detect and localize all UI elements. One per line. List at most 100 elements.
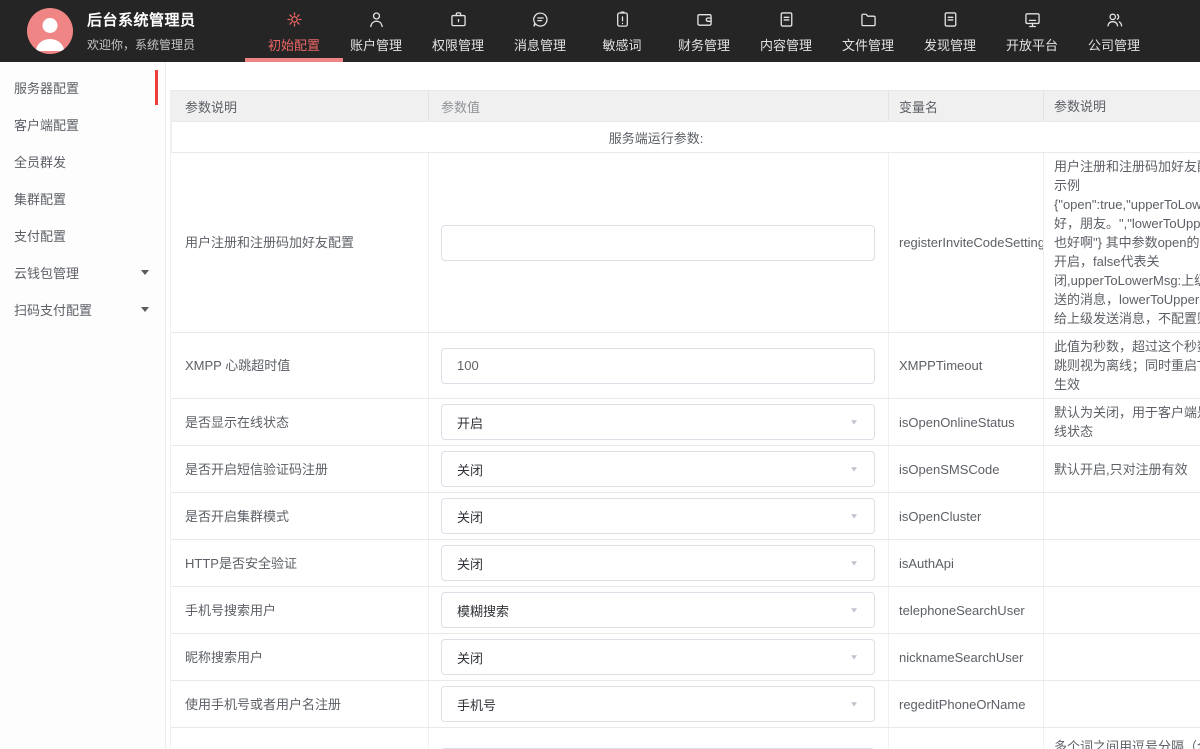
param-description — [1044, 540, 1200, 586]
config-row-XMPPTimeout: XMPP 心跳超时值XMPPTimeout此值为秒数，超过这个秒数未收到心跳则视… — [171, 333, 1200, 399]
nav-item-discover-mgmt[interactable]: 发现管理 — [909, 0, 991, 62]
chevron-down-icon — [141, 270, 149, 275]
select-value: 关闭 — [457, 554, 483, 573]
param-input-registerInviteCodeSetting[interactable] — [441, 225, 875, 261]
param-value-cell: 关闭▼ — [429, 446, 889, 492]
nav-item-initial-config[interactable]: 初始配置 — [253, 0, 335, 62]
desc-line: 多个词之间用逗号分隔（全半角均 — [1054, 737, 1200, 749]
param-description: 此值为秒数，超过这个秒数未收到心跳则视为离线；同时重启Tigase后才生效 — [1044, 333, 1200, 398]
top-nav: 初始配置账户管理权限管理 消息管理敏感词财务管理内容管理文件管理发现管理 开放平台公… — [253, 0, 1155, 62]
param-select-telephoneSearchUser[interactable]: 模糊搜索 ▼ — [441, 592, 875, 628]
nav-item-sensitive-words[interactable]: 敏感词 — [581, 0, 663, 62]
nav-item-label: 内容管理 — [760, 35, 812, 54]
param-label: 使用手机号或者用户名注册 — [171, 681, 429, 727]
nav-item-message-mgmt[interactable]: 消息管理 — [499, 0, 581, 62]
nav-item-permission-mgmt[interactable]: 权限管理 — [417, 0, 499, 62]
col-header-param-desc: 参数说明 — [171, 91, 429, 121]
variable-name: isOpenCluster — [889, 493, 1044, 539]
select-value: 关闭 — [457, 507, 483, 526]
chevron-down-icon: ▼ — [849, 606, 859, 614]
sidebar-item-payment-config[interactable]: 支付配置 — [0, 217, 165, 254]
param-select-isOpenSMSCode[interactable]: 关闭▼ — [441, 451, 875, 487]
config-row-regeditPhoneOrName: 使用手机号或者用户名注册手机号▼ regeditPhoneOrName — [171, 681, 1200, 728]
top-header: 后台系统管理员 欢迎你，系统管理员 初始配置账户管理权限管理 消息管理敏感词财务管… — [0, 0, 1200, 62]
param-select-isAuthApi[interactable]: 关闭▼ — [441, 545, 875, 581]
param-input-XMPPTimeout[interactable] — [441, 348, 875, 384]
config-row-nicknameSearchUser: 昵称搜索用户关闭▼nicknameSearchUser — [171, 634, 1200, 681]
nav-item-label: 权限管理 — [432, 35, 484, 54]
nav-item-label: 初始配置 — [268, 35, 320, 54]
folder-icon — [858, 9, 879, 30]
param-label: 是否显示在线状态 — [171, 399, 429, 445]
chevron-down-icon: ▼ — [849, 418, 859, 426]
chevron-down-icon: ▼ — [849, 700, 859, 708]
nav-item-label: 消息管理 — [514, 35, 566, 54]
config-row-registerInviteCodeSetting: 用户注册和注册码加好友配置registerInviteCodeSetting用户… — [171, 153, 1200, 333]
sidebar-item-label: 支付配置 — [14, 226, 66, 245]
param-description — [1044, 634, 1200, 680]
monitor-icon — [1022, 9, 1043, 30]
sidebar-item-cluster-config[interactable]: 集群配置 — [0, 180, 165, 217]
main-content: 参数说明 参数值 变量名 参数说明 服务端运行参数: 用户注册和注册码加好友配置… — [166, 62, 1200, 749]
config-row-nicknameNotword: 用户昵称禁词nicknameNotword多个词之间用逗号分隔（全半角均可）。用… — [171, 728, 1200, 749]
param-select-isOpenCluster[interactable]: 关闭 ▼ — [441, 498, 875, 534]
param-select-isOpenOnlineStatus[interactable]: 开启▼ — [441, 404, 875, 440]
nav-item-content-mgmt[interactable]: 内容管理 — [745, 0, 827, 62]
col-header-variable-name: 变量名 — [889, 91, 1044, 121]
param-select-nicknameSearchUser[interactable]: 关闭▼ — [441, 639, 875, 675]
sidebar-item-label: 扫码支付配置 — [14, 300, 92, 319]
sidebar-item-label: 集群配置 — [14, 189, 66, 208]
message-icon — [530, 9, 551, 30]
variable-name: regeditPhoneOrName — [889, 681, 1044, 727]
nav-item-label: 发现管理 — [924, 35, 976, 54]
desc-line: {"open":true,"upperToLowerMsg":"你 — [1054, 195, 1200, 214]
param-value-cell — [429, 153, 889, 332]
variable-name: isOpenOnlineStatus — [889, 399, 1044, 445]
welcome-text: 欢迎你，系统管理员 — [87, 36, 196, 53]
avatar[interactable] — [27, 8, 73, 54]
param-description — [1044, 587, 1200, 633]
sidebar-item-server-config[interactable]: 服务器配置 — [0, 69, 165, 106]
config-row-isOpenCluster: 是否开启集群模式 关闭 ▼ isOpenCluster — [171, 493, 1200, 540]
param-label: 手机号搜索用户 — [171, 587, 429, 633]
config-row-isAuthApi: HTTP是否安全验证关闭▼isAuthApi — [171, 540, 1200, 587]
desc-line: 线状态 — [1054, 422, 1093, 441]
param-value-cell — [429, 333, 889, 398]
sidebar-item-cloud-wallet-mgmt[interactable]: 云钱包管理 — [0, 254, 165, 291]
user-icon — [366, 9, 387, 30]
param-value-cell: 模糊搜索 ▼ — [429, 587, 889, 633]
clipboard-alert-icon — [612, 9, 633, 30]
app-title: 后台系统管理员 — [87, 9, 196, 30]
chevron-down-icon: ▼ — [849, 653, 859, 661]
sidebar-item-mass-message[interactable]: 全员群发 — [0, 143, 165, 180]
document-icon — [776, 9, 797, 30]
nav-item-file-mgmt[interactable]: 文件管理 — [827, 0, 909, 62]
param-value-cell: 手机号▼ — [429, 681, 889, 727]
desc-line: 此值为秒数，超过这个秒数未收到心 — [1054, 337, 1200, 356]
desc-line: 默认为关闭，用于客户端是否显示在 — [1054, 403, 1200, 422]
desc-line: 送的消息，lowerToUpperMsg:下级 — [1054, 290, 1200, 309]
sidebar: 服务器配置客户端配置全员群发集群配置支付配置云钱包管理扫码支付配置 — [0, 62, 166, 749]
sidebar-item-label: 全员群发 — [14, 152, 66, 171]
user-block: 后台系统管理员 欢迎你，系统管理员 — [27, 8, 239, 54]
desc-line: 闭,upperToLowerMsg:上级给下级发 — [1054, 271, 1200, 290]
nav-item-label: 开放平台 — [1006, 35, 1058, 54]
sidebar-item-scan-pay-config[interactable]: 扫码支付配置 — [0, 291, 165, 328]
select-value: 模糊搜索 — [457, 601, 509, 620]
chevron-down-icon — [141, 307, 149, 312]
param-description: 多个词之间用逗号分隔（全半角均可）。用于判别用户注册或修改昵 — [1044, 728, 1200, 749]
nav-item-open-platform[interactable]: 开放平台 — [991, 0, 1073, 62]
sidebar-item-label: 服务器配置 — [14, 78, 79, 97]
sidebar-item-client-config[interactable]: 客户端配置 — [0, 106, 165, 143]
nav-item-company-mgmt[interactable]: 公司管理 — [1073, 0, 1155, 62]
chevron-down-icon: ▼ — [849, 512, 859, 520]
section-title: 服务端运行参数: — [609, 128, 704, 147]
nav-item-account-mgmt[interactable]: 账户管理 — [335, 0, 417, 62]
param-label: XMPP 心跳超时值 — [171, 333, 429, 398]
param-value-cell — [429, 728, 889, 749]
sidebar-item-label: 客户端配置 — [14, 115, 79, 134]
param-select-regeditPhoneOrName[interactable]: 手机号▼ — [441, 686, 875, 722]
nav-item-finance-mgmt[interactable]: 财务管理 — [663, 0, 745, 62]
param-label: 是否开启集群模式 — [171, 493, 429, 539]
desc-line: 开启，false代表关 — [1054, 252, 1159, 271]
